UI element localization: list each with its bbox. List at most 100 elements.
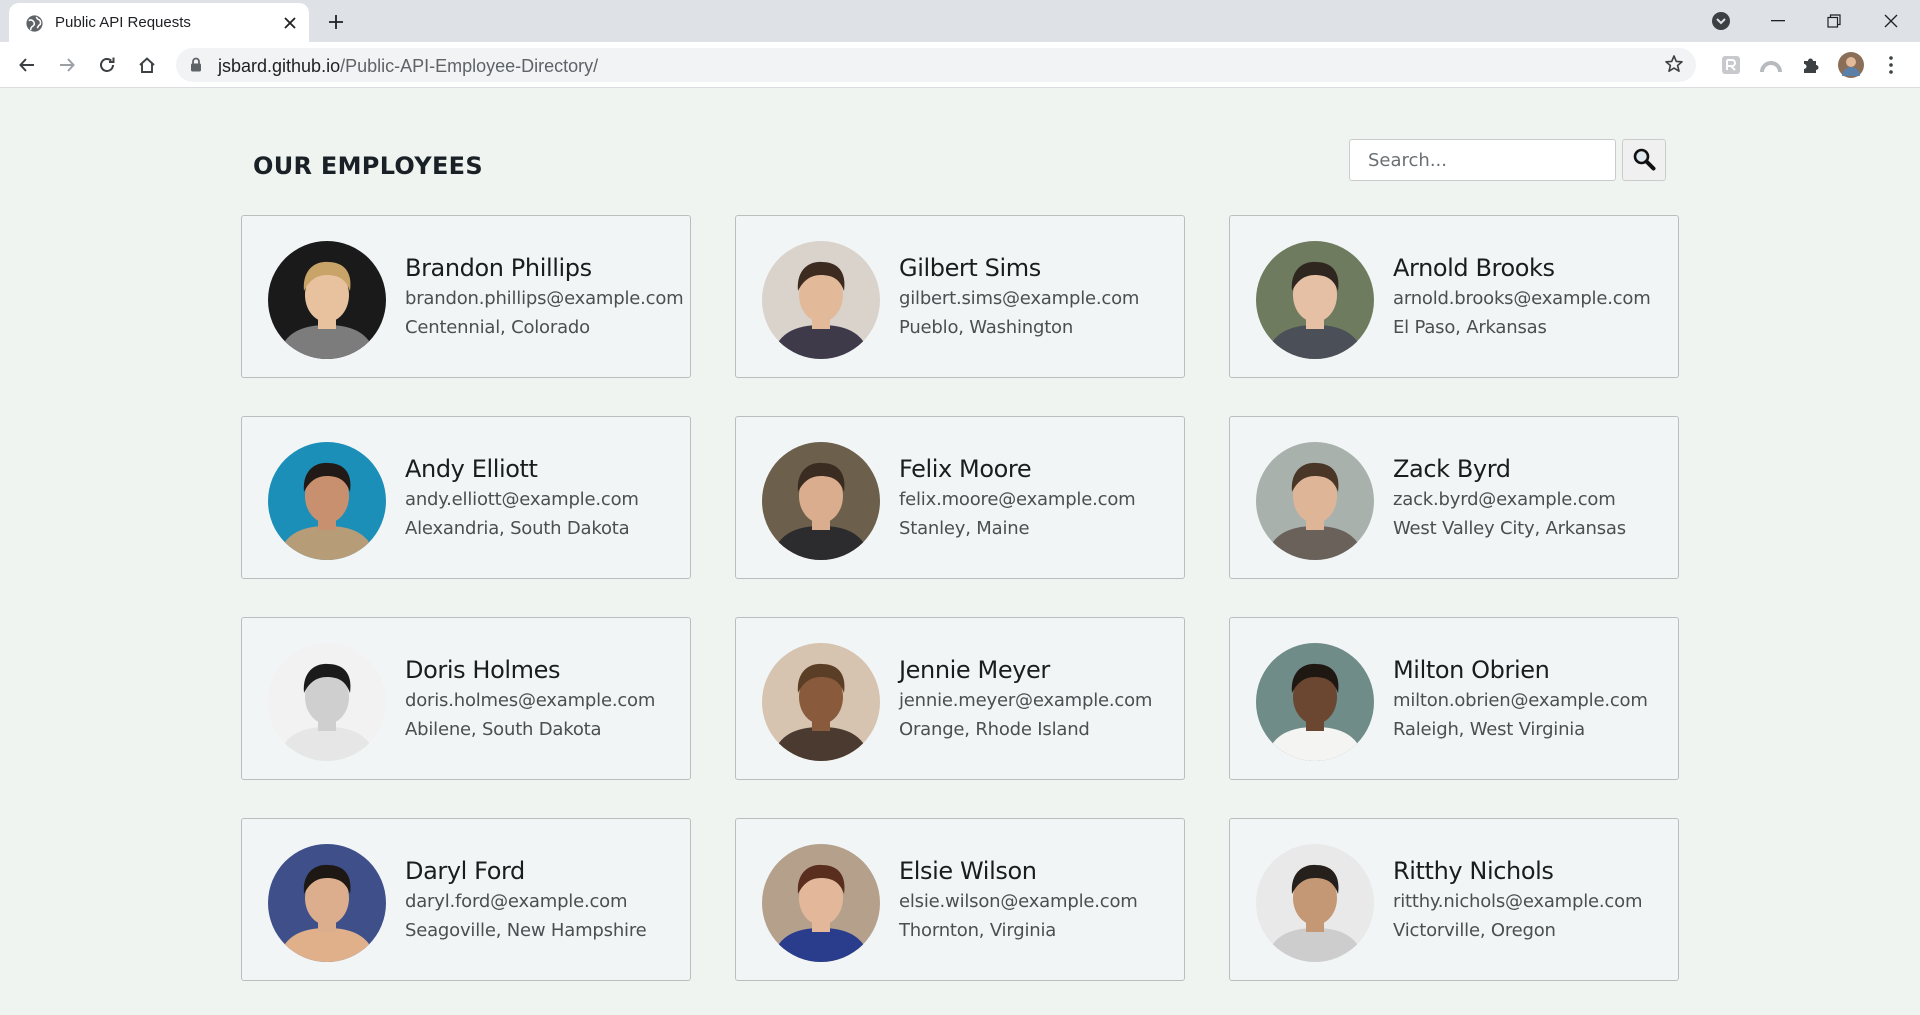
employee-name: Brandon Phillips — [405, 254, 592, 282]
reload-icon[interactable] — [92, 50, 122, 80]
employee-email: doris.holmes@example.com — [405, 690, 656, 711]
close-window-icon[interactable] — [1865, 0, 1917, 42]
search-button[interactable] — [1622, 139, 1666, 181]
employee-email: daryl.ford@example.com — [405, 891, 628, 912]
employee-location: Orange, Rhode Island — [899, 719, 1090, 740]
employee-card[interactable]: Elsie Wilson elsie.wilson@example.com Th… — [735, 818, 1185, 981]
employee-location: Alexandria, South Dakota — [405, 518, 630, 539]
employee-card[interactable]: Gilbert Sims gilbert.sims@example.com Pu… — [735, 215, 1185, 378]
employee-info: Daryl Ford daryl.ford@example.com Seagov… — [405, 856, 647, 943]
employee-name: Doris Holmes — [405, 656, 561, 684]
employee-info: Brandon Phillips brandon.phillips@exampl… — [405, 253, 684, 340]
extension-arc-icon[interactable] — [1758, 52, 1784, 78]
employee-info: Gilbert Sims gilbert.sims@example.com Pu… — [899, 253, 1139, 340]
employee-card[interactable]: Brandon Phillips brandon.phillips@exampl… — [241, 215, 691, 378]
employee-name: Milton Obrien — [1393, 656, 1550, 684]
employee-card[interactable]: Arnold Brooks arnold.brooks@example.com … — [1229, 215, 1679, 378]
employee-card[interactable]: Daryl Ford daryl.ford@example.com Seagov… — [241, 818, 691, 981]
search-input[interactable] — [1349, 139, 1616, 181]
employee-location: Seagoville, New Hampshire — [405, 920, 647, 941]
browser-tab-strip: Public API Requests — [0, 0, 1920, 42]
employee-location: West Valley City, Arkansas — [1393, 518, 1626, 539]
employee-name: Ritthy Nichols — [1393, 857, 1554, 885]
employee-info: Elsie Wilson elsie.wilson@example.com Th… — [899, 856, 1138, 943]
employee-photo — [268, 241, 386, 359]
employee-card[interactable]: Felix Moore felix.moore@example.com Stan… — [735, 416, 1185, 579]
profile-avatar[interactable] — [1838, 52, 1864, 78]
url-path: /Public-API-Employee-Directory/ — [340, 56, 599, 76]
employee-name: Zack Byrd — [1393, 455, 1511, 483]
employee-email: arnold.brooks@example.com — [1393, 288, 1651, 309]
employee-email: milton.obrien@example.com — [1393, 690, 1648, 711]
employee-gallery: Brandon Phillips brandon.phillips@exampl… — [241, 215, 1680, 981]
employee-card[interactable]: Andy Elliott andy.elliott@example.com Al… — [241, 416, 691, 579]
employee-photo — [762, 643, 880, 761]
employee-name: Felix Moore — [899, 455, 1032, 483]
employee-card[interactable]: Zack Byrd zack.byrd@example.com West Val… — [1229, 416, 1679, 579]
employee-location: Pueblo, Washington — [899, 317, 1074, 338]
employee-location: Victorville, Oregon — [1393, 920, 1556, 941]
employee-email: zack.byrd@example.com — [1393, 489, 1616, 510]
employee-info: Ritthy Nichols ritthy.nichols@example.co… — [1393, 856, 1642, 943]
employee-info: Jennie Meyer jennie.meyer@example.com Or… — [899, 655, 1152, 742]
employee-photo — [1256, 643, 1374, 761]
address-bar[interactable]: jsbard.github.io/Public-API-Employee-Dir… — [176, 48, 1696, 82]
employee-name: Jennie Meyer — [899, 656, 1050, 684]
employee-name: Andy Elliott — [405, 455, 538, 483]
employee-info: Andy Elliott andy.elliott@example.com Al… — [405, 454, 639, 541]
employee-card[interactable]: Jennie Meyer jennie.meyer@example.com Or… — [735, 617, 1185, 780]
employee-location: Centennial, Colorado — [405, 317, 590, 338]
employee-location: Raleigh, West Virginia — [1393, 719, 1585, 740]
employee-photo — [762, 442, 880, 560]
employee-email: jennie.meyer@example.com — [899, 690, 1153, 711]
employee-card[interactable]: Doris Holmes doris.holmes@example.com Ab… — [241, 617, 691, 780]
extension-reader-icon[interactable] — [1718, 52, 1744, 78]
employee-info: Doris Holmes doris.holmes@example.com Ab… — [405, 655, 655, 742]
employee-photo — [1256, 442, 1374, 560]
employee-info: Zack Byrd zack.byrd@example.com West Val… — [1393, 454, 1626, 541]
employee-email: gilbert.sims@example.com — [899, 288, 1140, 309]
employee-location: Thornton, Virginia — [899, 920, 1057, 941]
employee-photo — [762, 844, 880, 962]
employee-email: andy.elliott@example.com — [405, 489, 639, 510]
employee-info: Milton Obrien milton.obrien@example.com … — [1393, 655, 1648, 742]
home-icon[interactable] — [132, 50, 162, 80]
employee-photo — [1256, 241, 1374, 359]
back-arrow-icon[interactable] — [12, 50, 42, 80]
browser-tab[interactable]: Public API Requests — [9, 3, 309, 42]
employee-card[interactable]: Milton Obrien milton.obrien@example.com … — [1229, 617, 1679, 780]
close-tab-icon[interactable] — [279, 12, 301, 34]
minimize-icon[interactable] — [1752, 0, 1804, 42]
menu-kebab-icon[interactable] — [1878, 52, 1904, 78]
employee-email: felix.moore@example.com — [899, 489, 1136, 510]
employee-location: Abilene, South Dakota — [405, 719, 602, 740]
new-tab-icon[interactable] — [322, 9, 350, 35]
employee-photo — [762, 241, 880, 359]
browser-toolbar: jsbard.github.io/Public-API-Employee-Dir… — [0, 42, 1920, 88]
employee-photo — [268, 844, 386, 962]
url-text: jsbard.github.io/Public-API-Employee-Dir… — [218, 56, 598, 77]
employee-photo — [268, 643, 386, 761]
bookmark-star-icon[interactable] — [1664, 54, 1684, 79]
employee-info: Arnold Brooks arnold.brooks@example.com … — [1393, 253, 1651, 340]
restore-icon[interactable] — [1808, 0, 1860, 42]
magnifier-icon — [1632, 147, 1656, 174]
employee-photo — [268, 442, 386, 560]
employee-name: Gilbert Sims — [899, 254, 1041, 282]
lock-icon[interactable] — [190, 57, 202, 77]
tab-search-icon[interactable] — [1711, 11, 1731, 31]
extensions-puzzle-icon[interactable] — [1798, 52, 1824, 78]
employee-name: Daryl Ford — [405, 857, 525, 885]
page-title: OUR EMPLOYEES — [253, 152, 483, 180]
employee-location: El Paso, Arkansas — [1393, 317, 1547, 338]
employee-email: elsie.wilson@example.com — [899, 891, 1138, 912]
employee-name: Arnold Brooks — [1393, 254, 1555, 282]
employee-email: ritthy.nichols@example.com — [1393, 891, 1643, 912]
employee-card[interactable]: Ritthy Nichols ritthy.nichols@example.co… — [1229, 818, 1679, 981]
url-host: jsbard.github.io — [218, 56, 341, 76]
employee-location: Stanley, Maine — [899, 518, 1030, 539]
tab-title: Public API Requests — [55, 14, 191, 31]
employee-info: Felix Moore felix.moore@example.com Stan… — [899, 454, 1136, 541]
globe-icon — [25, 14, 44, 33]
forward-arrow-icon[interactable] — [52, 50, 82, 80]
